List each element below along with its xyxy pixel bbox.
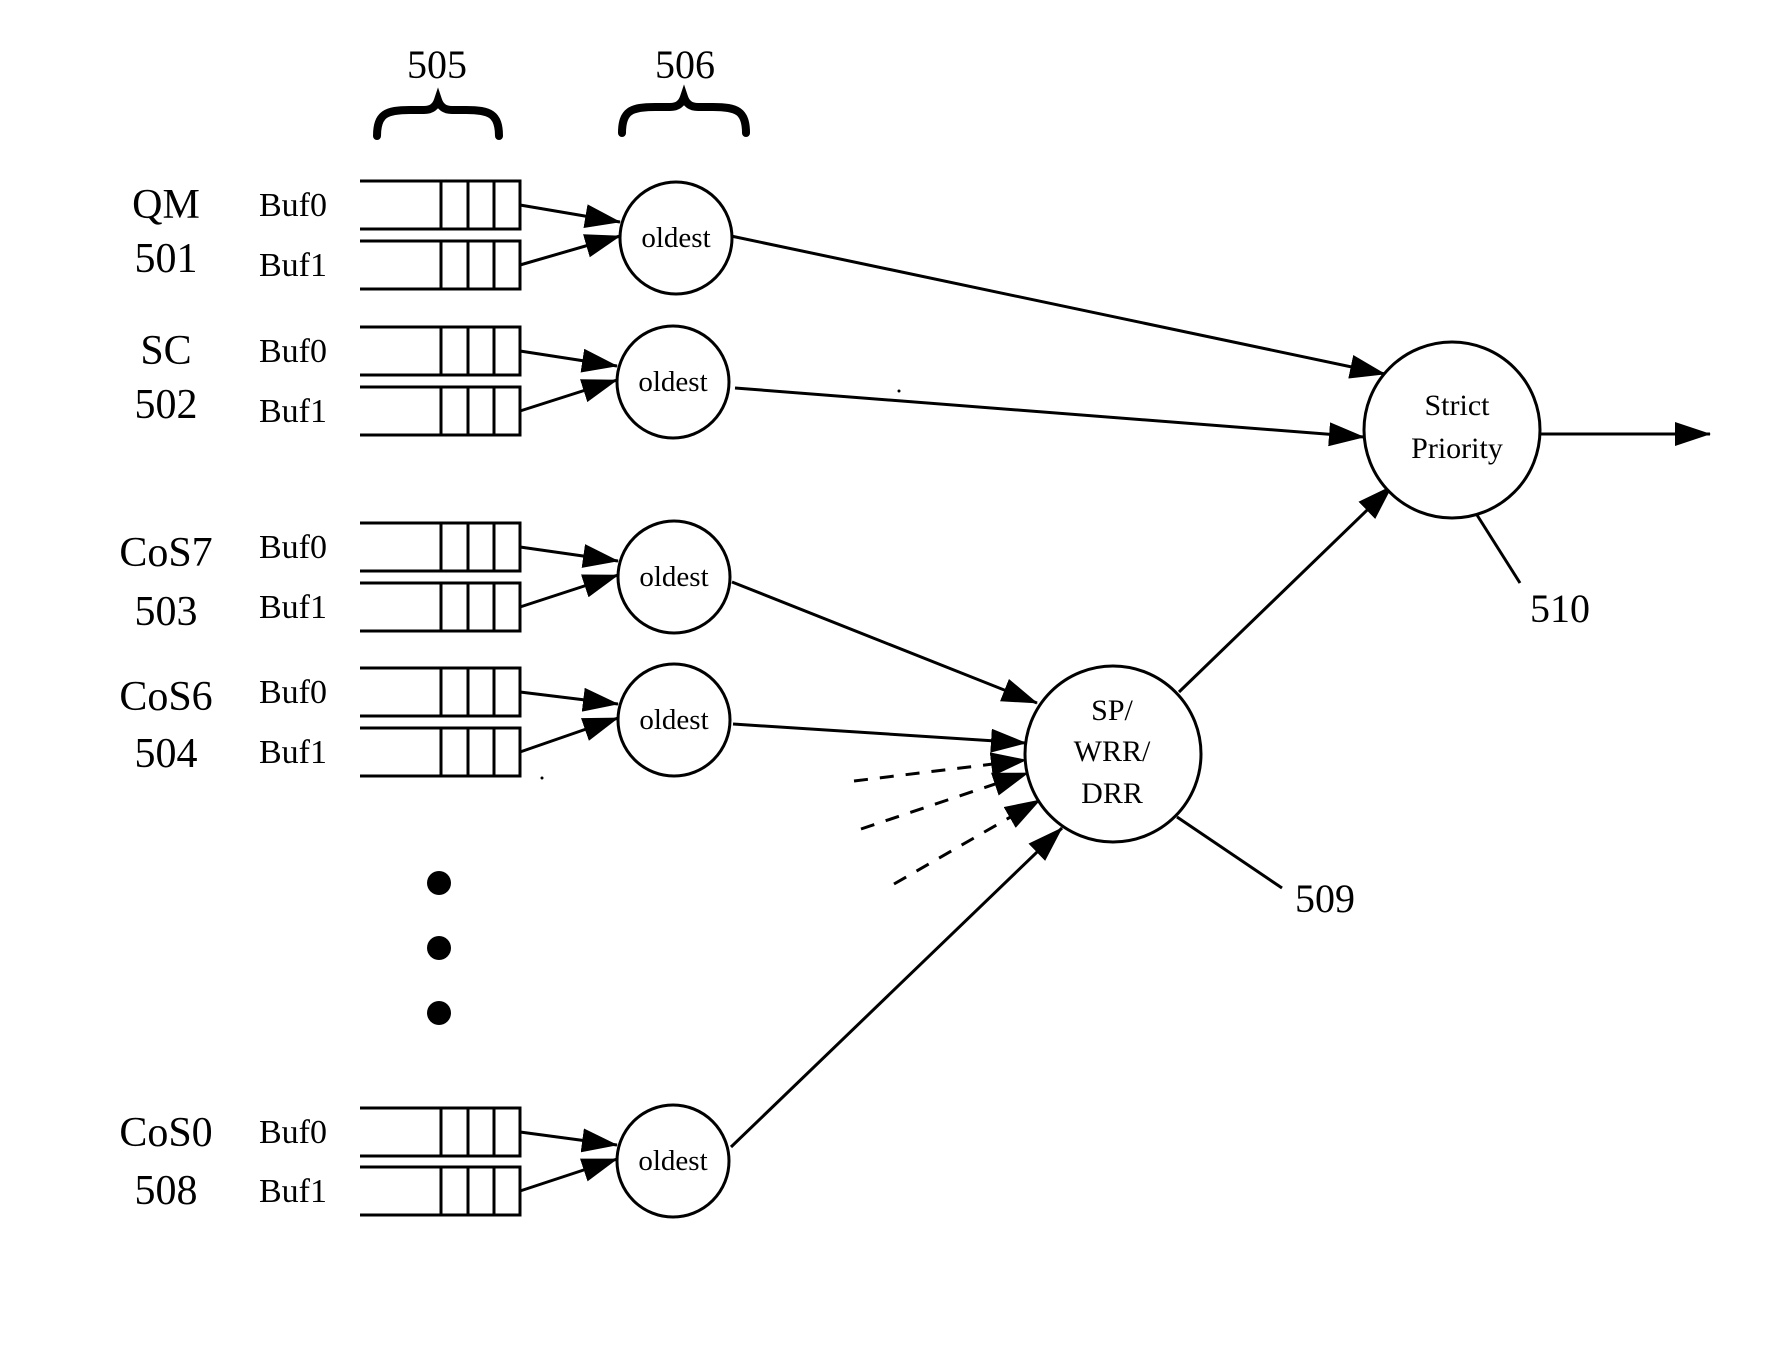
oldest-selector-label: oldest: [639, 704, 708, 736]
oldest-group-ref-label: 506: [655, 42, 715, 87]
strict-priority-ref-label: 510: [1530, 586, 1590, 631]
buffers-group-brace: [373, 87, 503, 140]
edge-scheduler-to-strict-priority: [1177, 484, 1394, 694]
queue-group-ref: 508: [135, 1168, 198, 1214]
queue-group-ref: 503: [135, 589, 198, 635]
strict-priority-ref-leader: [1475, 514, 1522, 584]
buffer-label: Buf0: [259, 1114, 327, 1151]
queue-group-qm: QM 501 Buf0 Buf1 oldest: [132, 179, 734, 296]
ellipsis-dot: [427, 936, 451, 960]
queue-group-ref: 502: [135, 382, 198, 428]
buffer-to-oldest-edge: [519, 203, 621, 228]
buffer-to-oldest-edge: [519, 234, 621, 267]
buffer-to-oldest-edge: [519, 687, 619, 712]
scheduler-ref-label: 509: [1295, 876, 1355, 921]
scan-speck: [540, 776, 544, 780]
oldest-selector-label: oldest: [638, 366, 707, 398]
queue-group-cos6: CoS6 504 Buf0 Buf1 oldest: [119, 662, 732, 778]
queue-group-name: QM: [132, 182, 200, 228]
buffer-queue: Buf0: [259, 179, 621, 231]
edge-sc-to-strict-priority: [734, 386, 1365, 447]
buffer-to-oldest-edge: [519, 716, 619, 754]
queue-group-ref: 501: [135, 236, 198, 282]
buffer-label: Buf1: [259, 393, 327, 430]
scheduler-label-line-1: SP/: [1091, 694, 1133, 727]
buffer-queue: Buf0: [259, 325, 618, 377]
buffer-label: Buf0: [259, 529, 327, 566]
buffer-queue: Buf1: [259, 1157, 618, 1217]
queue-scheduler-diagram: 505 506 QM 501 Buf0 Buf1 oldest SC 502 Buf0 Buf1…: [119, 42, 1711, 1219]
buffer-queue: Buf1: [259, 716, 619, 778]
buffer-to-oldest-edge: [519, 544, 619, 568]
queue-group-cos0: CoS0 508 Buf0 Buf1 oldest: [119, 1103, 731, 1219]
buffer-label: Buf1: [259, 247, 327, 284]
queue-group-name: CoS6: [119, 674, 212, 720]
buffer-label: Buf1: [259, 734, 327, 771]
scan-speck: [897, 389, 901, 393]
buffer-to-oldest-edge: [519, 348, 618, 373]
buffers-group-ref-label: 505: [407, 42, 467, 87]
buffer-label: Buf1: [259, 1173, 327, 1210]
buffer-label: Buf0: [259, 333, 327, 370]
ellipsis-dot: [427, 1001, 451, 1025]
queue-group-ref: 504: [135, 731, 198, 777]
buffer-label: Buf0: [259, 187, 327, 224]
buffer-queue: Buf1: [259, 378, 618, 437]
ellipsis-dots: [427, 871, 451, 1025]
buffer-label: Buf1: [259, 589, 327, 626]
buffer-queue: Buf1: [259, 234, 621, 291]
buffer-queue: Buf0: [259, 666, 619, 718]
scheduler-label-line-3: DRR: [1081, 777, 1143, 810]
queue-group-name: CoS7: [119, 530, 212, 576]
buffer-to-oldest-edge: [519, 1128, 618, 1153]
oldest-selector-label: oldest: [639, 561, 708, 593]
queue-group-name: CoS0: [119, 1110, 212, 1156]
queue-group-sc: SC 502 Buf0 Buf1 oldest: [135, 324, 731, 440]
edge-cos6-to-scheduler: [732, 722, 1027, 753]
buffer-queue: Buf1: [259, 573, 619, 633]
buffer-to-oldest-edge: [519, 1157, 618, 1193]
edge-cos0-to-scheduler: [729, 826, 1064, 1149]
buffer-queue: Buf0: [259, 1106, 618, 1158]
strict-priority-label-line-1: Strict: [1425, 389, 1491, 422]
queue-group-name: SC: [140, 328, 191, 374]
strict-priority-node: [1362, 340, 1542, 520]
scheduler-label-line-2: WRR/: [1074, 735, 1151, 768]
strict-priority-label-line-2: Priority: [1411, 432, 1503, 465]
oldest-selector-label: oldest: [638, 1145, 707, 1177]
edge-cos7-to-scheduler: [731, 580, 1038, 705]
buffer-queue: Buf0: [259, 521, 619, 573]
edge-qm-to-strict-priority: [730, 234, 1386, 379]
buffer-to-oldest-edge: [519, 573, 619, 609]
queue-group-cos7: CoS7 503 Buf0 Buf1 oldest: [119, 519, 732, 635]
buffer-to-oldest-edge: [519, 378, 618, 413]
ellipsis-dot: [427, 871, 451, 895]
scheduler-ref-leader: [1176, 815, 1283, 890]
oldest-selector-label: oldest: [641, 222, 710, 254]
dashed-edge-omitted-cos: [853, 752, 1027, 783]
buffer-label: Buf0: [259, 674, 327, 711]
queue-groups: QM501Buf0Buf1oldestSC502Buf0Buf1oldestCo…: [119, 179, 734, 1219]
oldest-group-brace: [618, 84, 750, 137]
dashed-edge-omitted-cos: [860, 771, 1029, 831]
